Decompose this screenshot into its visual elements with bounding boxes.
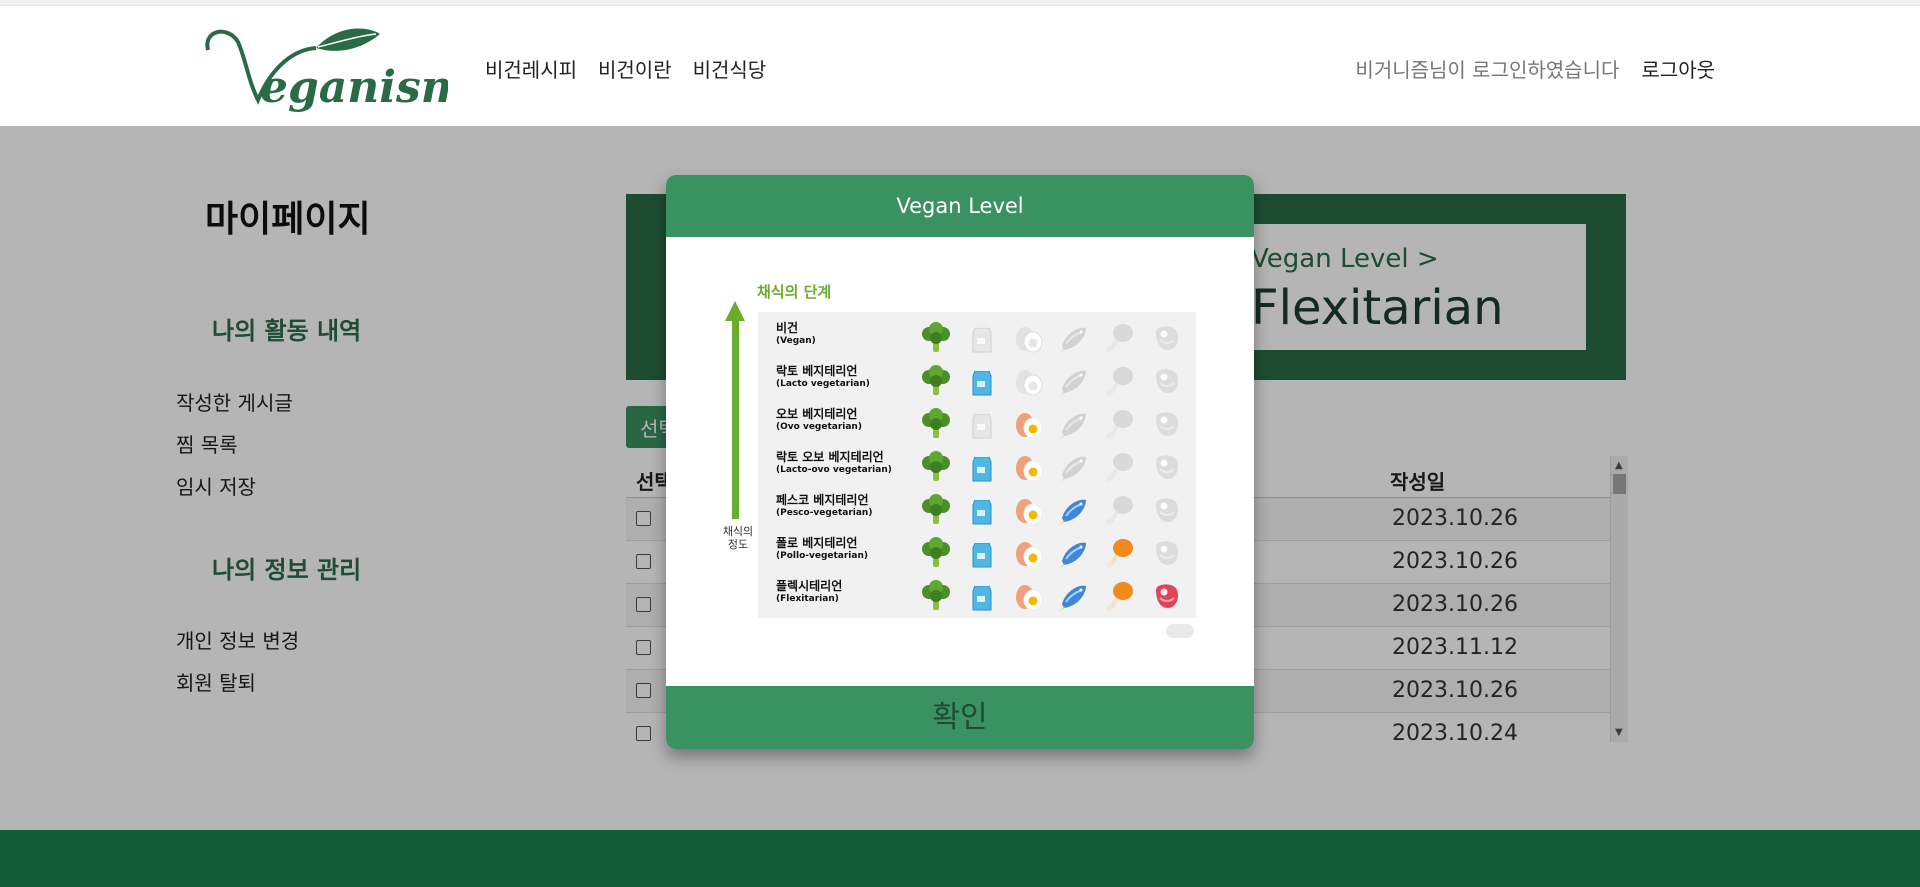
broccoli-icon <box>922 365 950 395</box>
egg-icon <box>1016 413 1043 439</box>
main-nav: 비건레시피 비건이란 비건식당 <box>485 54 766 83</box>
level-name: 폴로 베지테리언 (Pollo-vegetarian) <box>776 536 868 562</box>
chicken-icon <box>1106 453 1133 482</box>
veganism-logo[interactable]: eganism <box>198 20 467 120</box>
level-name: 비건 (Vegan) <box>776 321 816 347</box>
food-icons <box>918 449 1184 485</box>
logout-link[interactable]: 로그아웃 <box>1641 54 1715 83</box>
milk-icon <box>972 539 992 568</box>
arrow-up-icon <box>725 301 745 321</box>
vegan-level-modal: Vegan Level 채식의 단계 채식의 정도 비건 (Vegan) 락토 베지… <box>666 175 1254 749</box>
infographic-title: 채식의 단계 <box>757 283 832 301</box>
confirm-button[interactable]: 확인 <box>666 686 1254 749</box>
fish-icon <box>1059 327 1086 354</box>
arrow-shaft <box>732 319 739 519</box>
infographic-axis-label: 채식의 정도 <box>722 525 754 551</box>
infographic-row: 비건 (Vegan) <box>758 316 1196 360</box>
infographic-row: 락토 베지테리언 (Lacto vegetarian) <box>758 359 1196 403</box>
level-name-en: (Flexitarian) <box>776 594 839 604</box>
fish-icon <box>1059 499 1086 526</box>
level-name: 페스코 베지테리언 (Pesco-vegetarian) <box>776 493 873 519</box>
broccoli-icon <box>922 537 950 567</box>
egg-icon <box>1016 499 1043 525</box>
chicken-icon <box>1106 367 1133 396</box>
milk-icon <box>972 453 992 482</box>
site-header: eganism 비건레시피 비건이란 비건식당 비거니즘님이 로그인하였습니다 … <box>0 6 1920 126</box>
meat-icon <box>1156 369 1178 393</box>
fish-icon <box>1059 542 1086 569</box>
egg-icon <box>1016 327 1043 353</box>
chicken-icon <box>1106 324 1133 353</box>
fish-icon <box>1059 370 1086 397</box>
chicken-icon <box>1106 496 1133 525</box>
milk-icon <box>972 367 992 396</box>
food-icons <box>918 320 1184 356</box>
meat-icon <box>1156 498 1178 522</box>
nav-about-vegan[interactable]: 비건이란 <box>598 54 672 83</box>
level-name-en: (Lacto-ovo vegetarian) <box>776 465 892 475</box>
infographic-row: 락토 오보 베지테리언 (Lacto-ovo vegetarian) <box>758 445 1196 489</box>
level-name: 오보 베지테리언 (Ovo vegetarian) <box>776 407 862 433</box>
svg-text:eganism: eganism <box>260 62 448 113</box>
chicken-icon <box>1106 410 1133 439</box>
level-name-en: (Vegan) <box>776 336 816 346</box>
food-icons <box>918 406 1184 442</box>
broccoli-icon <box>922 408 950 438</box>
milk-icon <box>972 496 992 525</box>
meat-icon <box>1156 584 1178 608</box>
broccoli-icon <box>922 580 950 610</box>
level-name-en: (Pollo-vegetarian) <box>776 551 868 561</box>
level-name-en: (Lacto vegetarian) <box>776 379 870 389</box>
egg-icon <box>1016 456 1043 482</box>
food-icons <box>918 578 1184 614</box>
meat-icon <box>1156 541 1178 565</box>
infographic-row: 오보 베지테리언 (Ovo vegetarian) <box>758 402 1196 446</box>
level-name: 플렉시테리언 (Flexitarian) <box>776 579 843 605</box>
level-name-en: (Pesco-vegetarian) <box>776 508 873 518</box>
login-status: 비거니즘님이 로그인하였습니다 <box>1355 58 1620 82</box>
fish-icon <box>1059 413 1086 440</box>
milk-icon <box>972 582 992 611</box>
egg-icon <box>1016 585 1043 611</box>
meat-icon <box>1156 412 1178 436</box>
fish-icon <box>1059 585 1086 612</box>
site-footer <box>0 830 1920 887</box>
milk-icon <box>972 410 992 439</box>
meat-icon <box>1156 326 1178 350</box>
chicken-icon <box>1106 582 1133 611</box>
infographic-panel: 비건 (Vegan) 락토 베지테리언 (Lacto vegetarian) 오보 베지… <box>758 312 1196 618</box>
food-icons <box>918 492 1184 528</box>
infographic-row: 폴로 베지테리언 (Pollo-vegetarian) <box>758 531 1196 575</box>
level-name: 락토 베지테리언 (Lacto vegetarian) <box>776 364 870 390</box>
chicken-icon <box>1106 539 1133 568</box>
infographic-row: 플렉시테리언 (Flexitarian) <box>758 574 1196 618</box>
milk-icon <box>972 324 992 353</box>
broccoli-icon <box>922 322 950 352</box>
food-icons <box>918 363 1184 399</box>
modal-body: 채식의 단계 채식의 정도 비건 (Vegan) 락토 베지테리언 (Lacto ve… <box>666 237 1254 686</box>
broccoli-icon <box>922 451 950 481</box>
fish-icon <box>1059 456 1086 483</box>
egg-icon <box>1016 542 1043 568</box>
modal-title: Vegan Level <box>666 175 1254 237</box>
food-icons <box>918 535 1184 571</box>
egg-icon <box>1016 370 1043 396</box>
header-user-area: 비거니즘님이 로그인하였습니다 로그아웃 <box>1355 54 1715 83</box>
nav-vegan-recipe[interactable]: 비건레시피 <box>485 54 577 83</box>
credit-badge <box>1166 624 1194 638</box>
broccoli-icon <box>922 494 950 524</box>
meat-icon <box>1156 455 1178 479</box>
nav-vegan-restaurant[interactable]: 비건식당 <box>693 54 767 83</box>
infographic-row: 페스코 베지테리언 (Pesco-vegetarian) <box>758 488 1196 532</box>
level-name: 락토 오보 베지테리언 (Lacto-ovo vegetarian) <box>776 450 892 476</box>
level-name-en: (Ovo vegetarian) <box>776 422 862 432</box>
